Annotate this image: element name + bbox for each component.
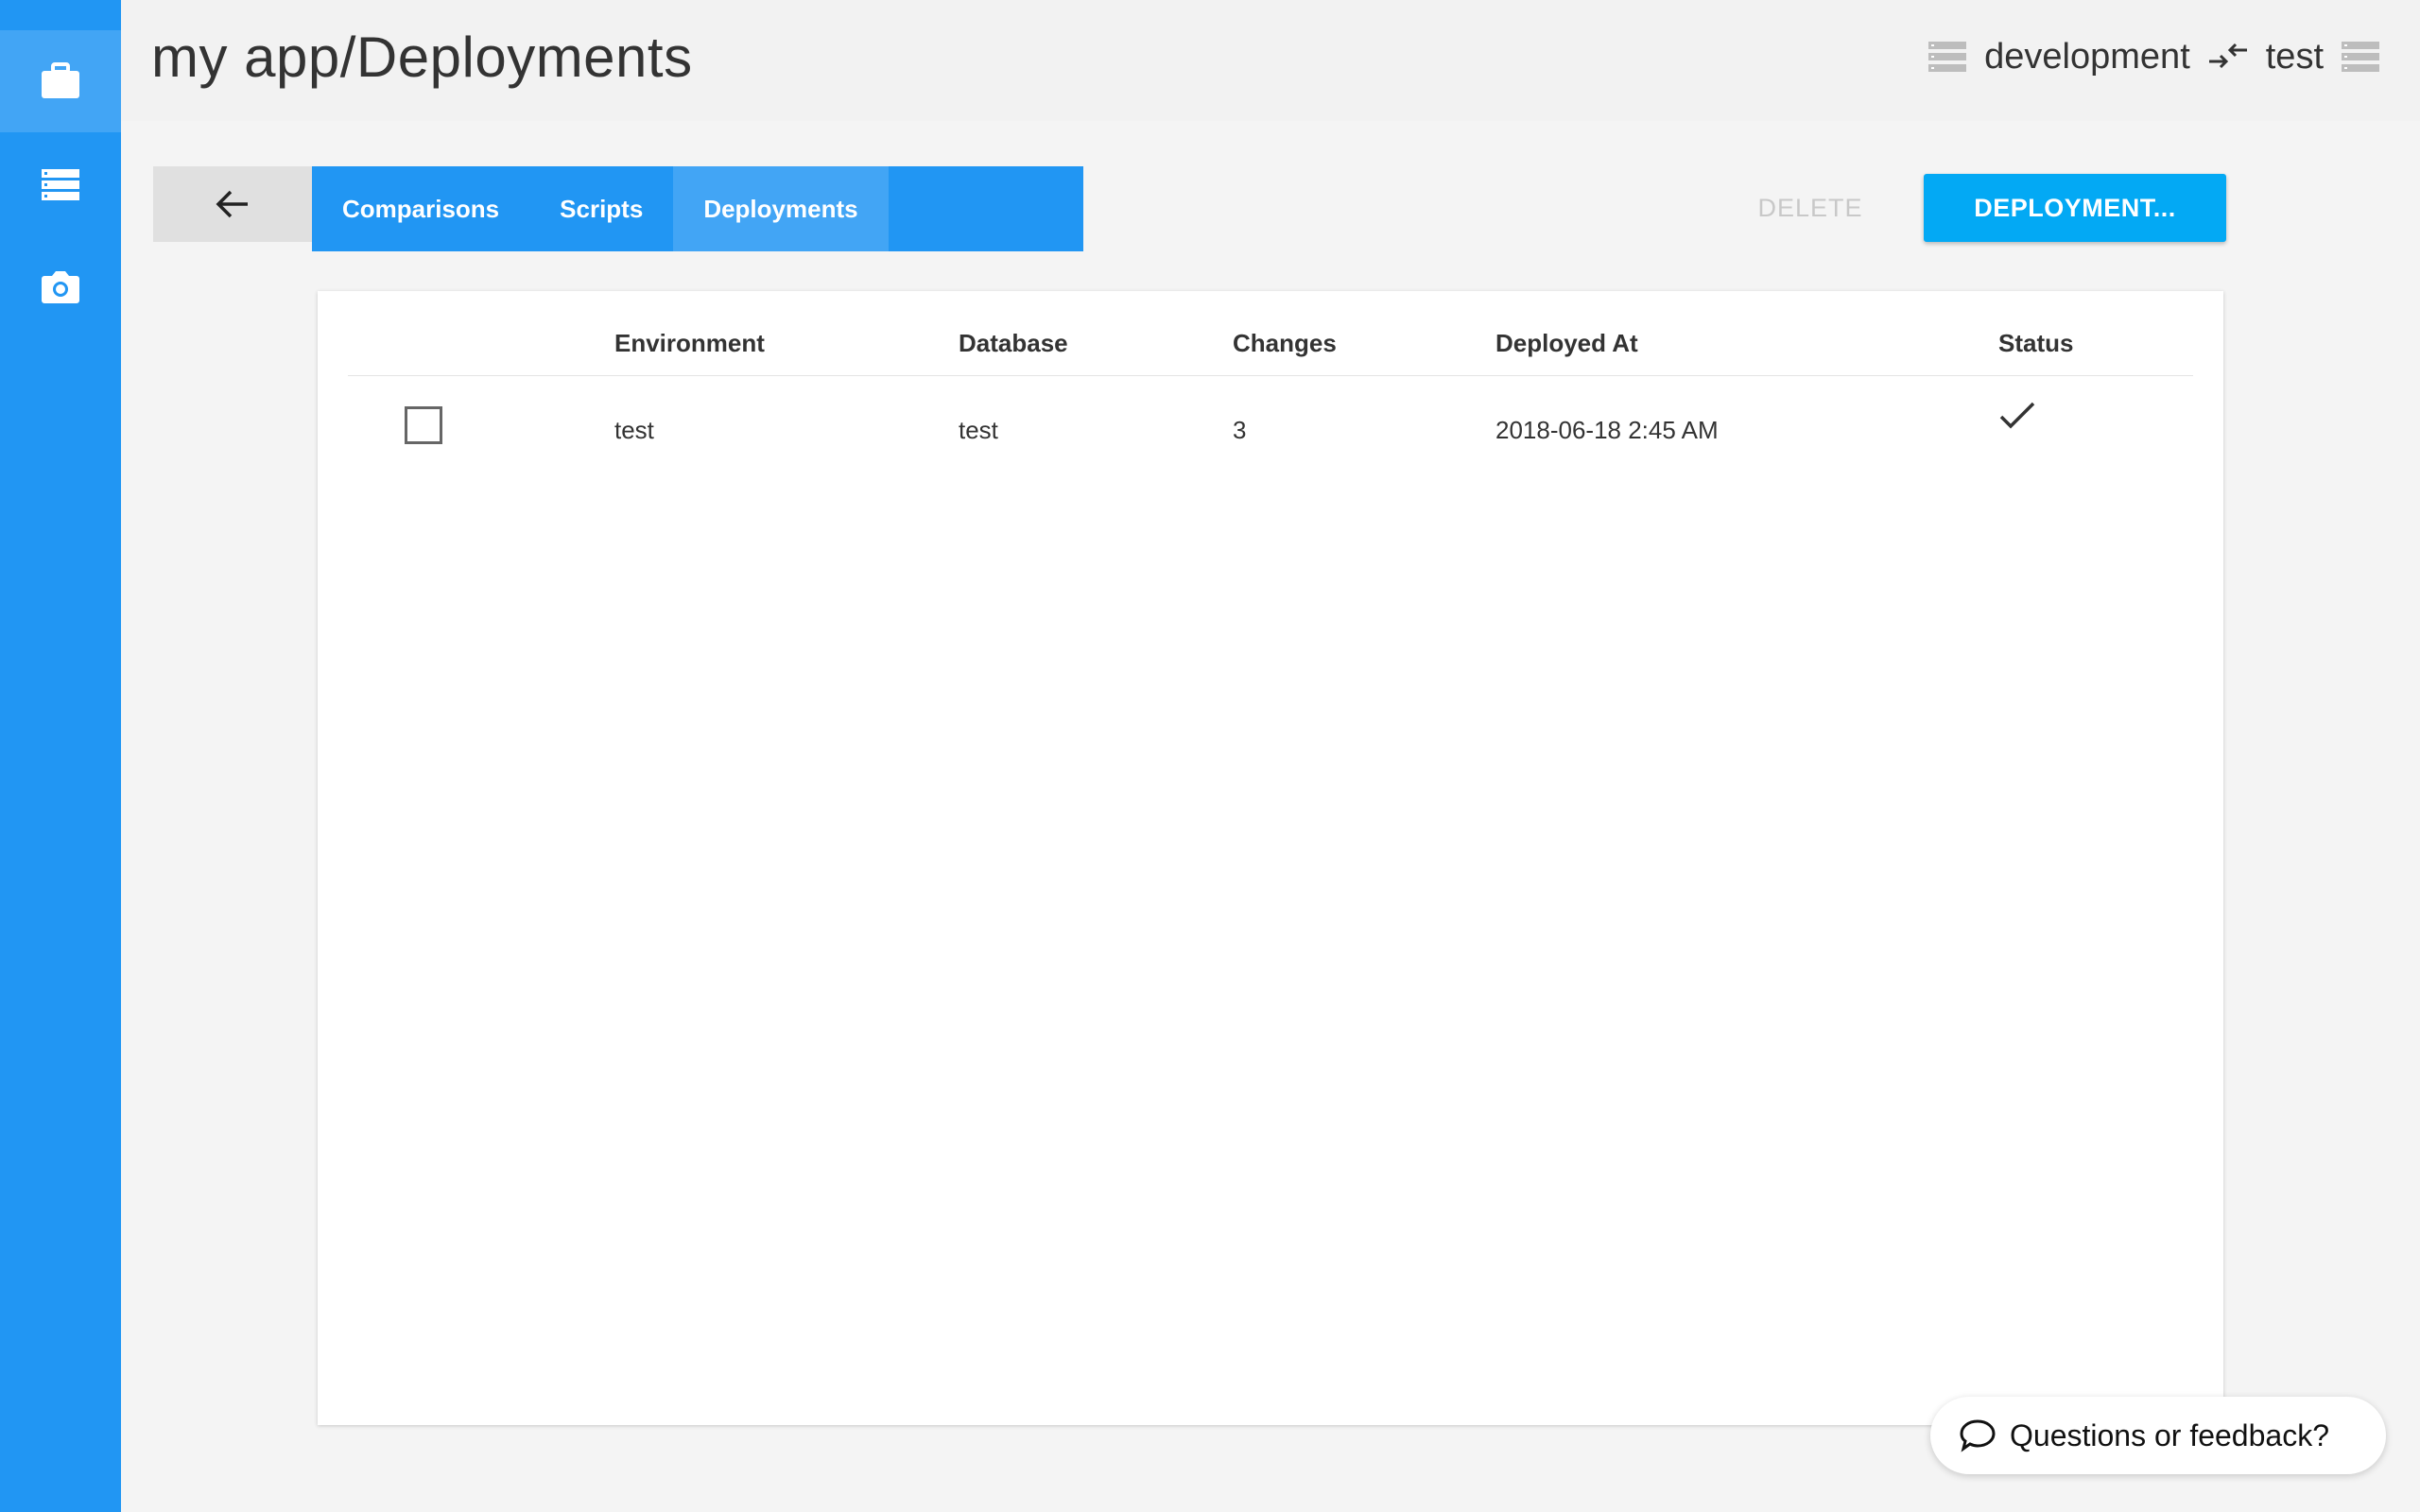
column-header-database[interactable]: Database <box>959 329 1068 358</box>
back-button[interactable] <box>153 166 312 242</box>
database-icon <box>42 169 79 200</box>
cell-database: test <box>959 416 998 444</box>
briefcase-icon <box>42 62 79 98</box>
table-header: Environment Database Changes Deployed At… <box>348 329 2193 376</box>
top-bar: my app/Deployments development test <box>121 0 2420 121</box>
table-row[interactable]: test test 3 2018-06-18 2:45 AM <box>348 376 2193 467</box>
sidebar-item-databases[interactable] <box>0 134 121 236</box>
sidebar <box>0 0 121 1512</box>
row-checkbox[interactable] <box>405 406 442 444</box>
tab-deployments[interactable]: Deployments <box>673 166 889 251</box>
tab-comparisons[interactable]: Comparisons <box>312 166 529 251</box>
chat-bubble-icon <box>1960 1419 1996 1452</box>
camera-icon <box>42 271 79 303</box>
cell-changes: 3 <box>1233 416 1247 444</box>
environment-selector[interactable]: development test <box>1927 28 2380 85</box>
delete-button[interactable]: DELETE <box>1730 174 1891 242</box>
tab-scripts[interactable]: Scripts <box>529 166 673 251</box>
sidebar-item-projects[interactable] <box>0 30 121 132</box>
arrow-left-icon <box>216 190 248 218</box>
feedback-button[interactable]: Questions or feedback? <box>1930 1397 2386 1474</box>
deployments-table: Environment Database Changes Deployed At… <box>318 291 2223 1425</box>
column-header-changes[interactable]: Changes <box>1233 329 1337 358</box>
tab-bar: Comparisons Scripts Deployments <box>153 166 1083 251</box>
source-environment[interactable]: development <box>1984 37 2190 77</box>
check-icon <box>1999 402 2035 429</box>
column-header-deployed-at[interactable]: Deployed At <box>1495 329 1638 358</box>
target-environment[interactable]: test <box>2266 37 2324 77</box>
cell-deployed-at: 2018-06-18 2:45 AM <box>1495 416 1719 444</box>
column-header-environment[interactable]: Environment <box>614 329 765 358</box>
page-title: my app/Deployments <box>151 26 693 89</box>
column-header-status[interactable]: Status <box>1998 329 2073 358</box>
sidebar-item-snapshots[interactable] <box>0 236 121 338</box>
feedback-label: Questions or feedback? <box>2010 1418 2329 1452</box>
new-deployment-button[interactable]: DEPLOYMENT... <box>1924 174 2226 242</box>
database-icon <box>1928 42 1967 72</box>
cell-environment: test <box>614 416 654 444</box>
arrows-compare-icon <box>2208 43 2247 69</box>
database-icon <box>2342 42 2379 72</box>
tabs: Comparisons Scripts Deployments <box>312 166 1083 251</box>
